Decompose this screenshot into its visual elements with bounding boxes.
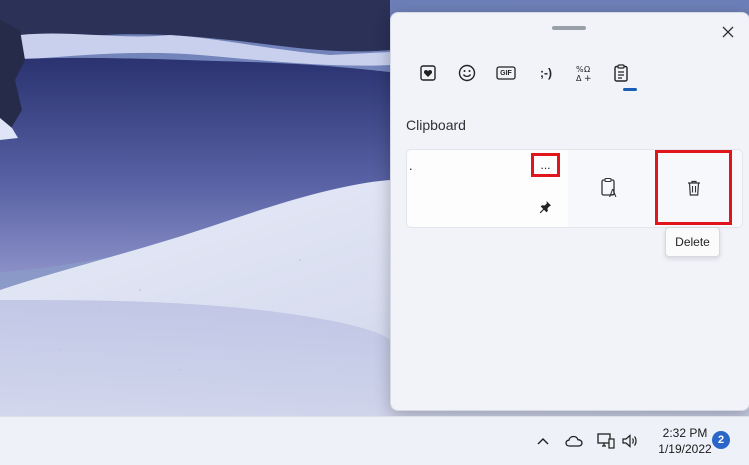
tab-gif[interactable]: GIF [491,61,521,85]
paste-as-text-icon: A [601,177,617,200]
pin-icon[interactable] [537,199,553,215]
chevron-up-icon [537,438,549,445]
notification-badge[interactable]: 2 [712,431,730,449]
drag-handle[interactable] [552,26,586,30]
show-hidden-icons-button[interactable] [532,430,554,452]
smiley-icon [458,64,476,82]
close-icon [722,26,734,38]
tab-symbols[interactable]: % Ω Δ + [569,61,599,85]
onedrive-button[interactable] [563,430,585,452]
svg-text:Ω: Ω [584,65,590,74]
network-icon [597,433,615,449]
see-more-button[interactable]: ... [531,153,560,177]
svg-text:A: A [609,187,617,200]
section-title: Clipboard [406,117,466,133]
volume-button[interactable] [619,430,641,452]
clipboard-item-text: . [409,158,413,173]
clipboard-item-actions: A [568,149,743,228]
trash-icon [687,180,700,196]
tab-clipboard[interactable] [606,61,636,85]
symbols-icon: % Ω Δ + [576,65,592,82]
clipboard-icon [614,64,628,82]
taskbar: 2:32 PM 1/19/2022 2 [0,416,749,465]
close-button[interactable] [717,21,739,43]
svg-text:Δ: Δ [576,74,582,82]
svg-text:%: % [576,65,584,74]
delete-tooltip: Delete [665,227,720,257]
svg-text:+: + [584,74,592,82]
clipboard-panel: GIF ;-) % Ω Δ + Clipboard . ... A Delete [390,12,749,411]
gif-label: GIF [500,69,512,77]
tab-emoji[interactable] [452,61,482,85]
tab-emoji-favorites[interactable] [413,61,443,85]
delete-button[interactable] [655,150,732,225]
clipboard-item[interactable]: . ... [406,149,569,228]
tab-kaomoji[interactable]: ;-) [531,61,561,85]
selected-tab-indicator [623,88,637,91]
volume-icon [622,434,637,448]
network-button[interactable] [595,430,617,452]
onedrive-cloud-icon [565,435,583,447]
paste-as-text-button[interactable]: A [598,176,622,200]
kaomoji-icon: ;-) [540,66,552,80]
heart-note-icon [420,65,436,81]
